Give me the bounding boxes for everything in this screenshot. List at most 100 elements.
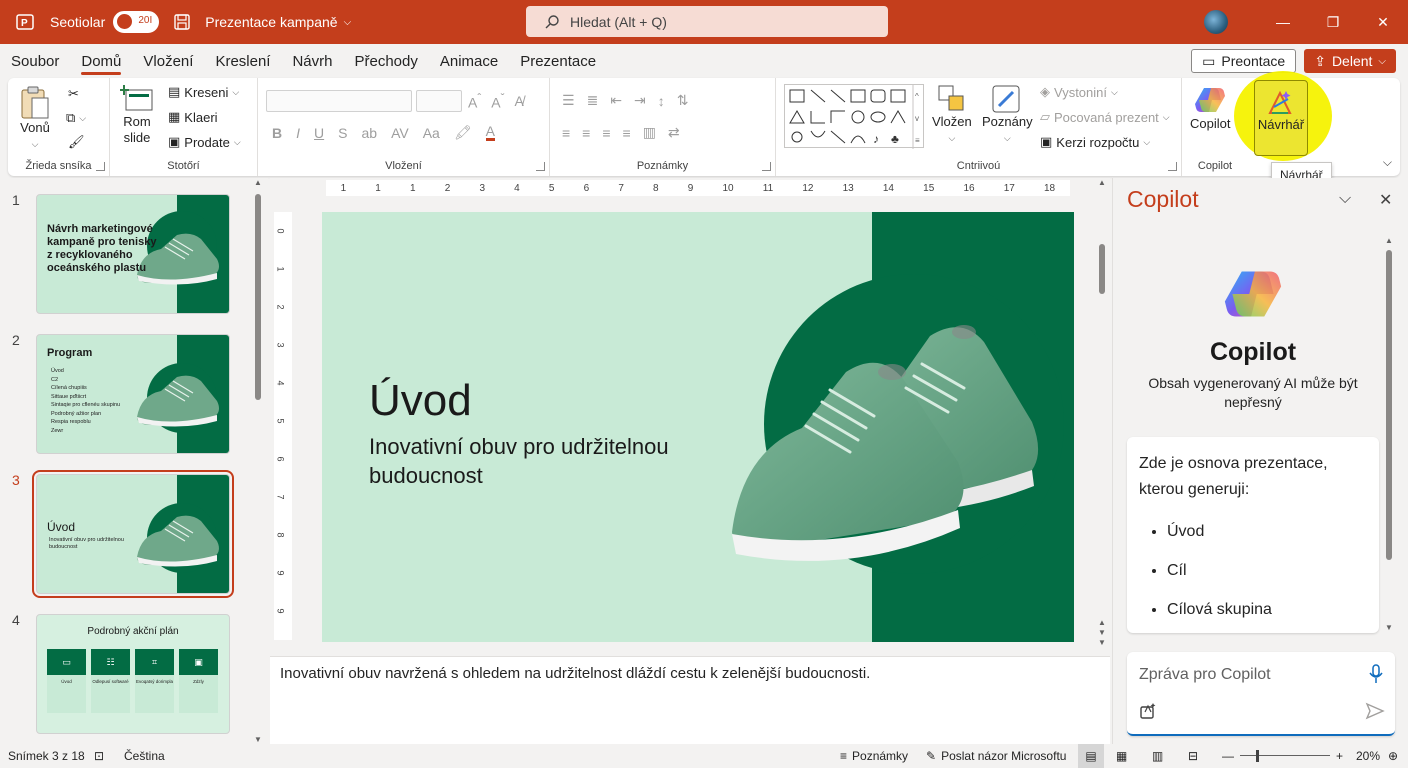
- slide-title[interactable]: Úvod: [369, 376, 472, 426]
- slide-subtitle[interactable]: Inovativní obuv pro udržitelnou budoucno…: [369, 432, 709, 490]
- section-button[interactable]: ▣ Prodate ⌵: [168, 134, 241, 150]
- powerpoint-logo-icon[interactable]: P: [14, 11, 36, 33]
- zoom-out-icon[interactable]: —: [1222, 749, 1234, 763]
- bold-icon[interactable]: B: [272, 125, 282, 141]
- align-right-icon[interactable]: ≡: [602, 125, 610, 141]
- new-slide-button[interactable]: Rom slide: [120, 84, 154, 146]
- format-painter-icon[interactable]: 🖌: [68, 134, 85, 150]
- minimize-icon[interactable]: —: [1258, 0, 1308, 44]
- close-icon[interactable]: ✕: [1379, 190, 1392, 210]
- increase-indent-icon[interactable]: ⇥: [634, 92, 646, 109]
- present-button[interactable]: ▭ Preontace: [1191, 49, 1297, 73]
- shadow-icon[interactable]: ab: [361, 125, 377, 141]
- clear-format-icon[interactable]: A̸: [514, 93, 523, 109]
- quick-styles-button[interactable]: Poznány ⌵: [982, 84, 1033, 146]
- numbering-icon[interactable]: ≣: [587, 92, 599, 109]
- shapes-gallery[interactable]: ♪ ♣ ^ v ≡: [784, 84, 924, 149]
- notes-toggle[interactable]: ≡ Poznámky: [840, 749, 908, 763]
- save-icon[interactable]: [173, 13, 191, 31]
- zoom-level[interactable]: 20%: [1356, 749, 1380, 763]
- spacing-icon[interactable]: AV: [391, 125, 409, 141]
- fit-slide-icon[interactable]: ⊕: [1388, 749, 1398, 763]
- justify-icon[interactable]: ≡: [623, 125, 631, 141]
- document-title[interactable]: Prezentace kampaně ⌵: [205, 14, 351, 30]
- scrollbar-thumb[interactable]: [1099, 244, 1105, 294]
- zoom-slider[interactable]: [1240, 755, 1330, 756]
- feedback-button[interactable]: ✎ Poslat názor Microsoftu: [926, 749, 1066, 763]
- highlight-color-icon[interactable]: 🖍: [454, 124, 472, 141]
- font-family-select[interactable]: [266, 90, 412, 112]
- tab-animations[interactable]: Animace: [429, 44, 509, 78]
- slide-canvas[interactable]: Úvod Inovativní obuv pro udržitelnou bud…: [322, 212, 1074, 642]
- send-icon[interactable]: [1365, 702, 1385, 720]
- scrollbar-thumb[interactable]: [255, 194, 261, 400]
- underline-icon[interactable]: U: [314, 125, 324, 141]
- change-case-icon[interactable]: Aa: [423, 125, 440, 141]
- editor-scrollbar[interactable]: ▲ ▲ ▼ ▼: [1098, 178, 1106, 656]
- tab-insert[interactable]: Vložení: [132, 44, 204, 78]
- slide-thumbnail-1[interactable]: Návrh marketingové kampaně pro tenisky z…: [36, 194, 230, 314]
- tab-draw[interactable]: Kreslení: [204, 44, 281, 78]
- arrange-button[interactable]: Vložen ⌵: [932, 84, 972, 146]
- columns-icon[interactable]: ▥: [643, 124, 656, 141]
- text-direction-icon[interactable]: ⇄: [668, 124, 680, 141]
- align-left-icon[interactable]: ≡: [562, 125, 570, 141]
- sort-icon[interactable]: ⇅: [677, 92, 689, 109]
- slideshow-view-icon[interactable]: ⊟: [1188, 749, 1198, 763]
- align-center-icon[interactable]: ≡: [582, 125, 590, 141]
- shape-fill-button[interactable]: ◈ Vystoniní ⌵: [1040, 84, 1118, 100]
- copilot-input[interactable]: Zpráva pro Copilot: [1127, 652, 1395, 736]
- copilot-ribbon-button[interactable]: Copilot: [1190, 84, 1230, 132]
- ribbon-collapse-icon[interactable]: ⌵: [1383, 155, 1392, 170]
- shape-outline-button[interactable]: ▱ Pocovaná prezent ⌵: [1040, 109, 1170, 125]
- shape-effects-button[interactable]: ▣ Kerzi rozpočtu ⌵: [1040, 134, 1150, 150]
- restore-icon[interactable]: ❐: [1308, 0, 1358, 44]
- tab-file[interactable]: Soubor: [0, 44, 70, 78]
- cut-icon[interactable]: ✂: [68, 86, 79, 102]
- microphone-icon[interactable]: [1369, 664, 1383, 684]
- paste-button[interactable]: Vonů ⌵: [18, 84, 52, 152]
- autosave-toggle[interactable]: 20І: [113, 11, 160, 33]
- strikethrough-icon[interactable]: S: [338, 125, 347, 141]
- prompt-guide-icon[interactable]: [1139, 702, 1157, 720]
- italic-icon[interactable]: I: [296, 125, 300, 141]
- share-button[interactable]: ⇪ Delent ⌵: [1304, 49, 1396, 73]
- zoom-in-icon[interactable]: +: [1336, 749, 1343, 763]
- copy-icon[interactable]: ⧉ ⌵: [66, 110, 86, 126]
- chevron-down-icon[interactable]: ⌵: [1339, 190, 1351, 208]
- speaker-notes[interactable]: Inovativní obuv navržená s ohledem na ud…: [270, 656, 1110, 744]
- slide-counter[interactable]: Snímek 3 z 18: [8, 749, 85, 763]
- sneaker-image[interactable]: [722, 302, 1052, 582]
- zoom-slider-thumb[interactable]: [1256, 750, 1259, 762]
- paragraph-launcher-icon[interactable]: [762, 162, 771, 171]
- drawing-launcher-icon[interactable]: [1168, 162, 1177, 171]
- slide-thumbnail-4[interactable]: Podrobný akční plán ▭ Úvod ☷ Odlepusí soft…: [36, 614, 230, 734]
- shrink-font-icon[interactable]: Aˇ: [491, 92, 504, 111]
- language-indicator[interactable]: Čeština: [124, 749, 165, 763]
- thumbnails-scrollbar[interactable]: ▲ ▼: [254, 178, 262, 744]
- scrollbar-thumb[interactable]: [1386, 250, 1392, 560]
- normal-view-icon[interactable]: ▤: [1078, 744, 1104, 768]
- font-size-select[interactable]: [416, 90, 462, 112]
- tab-design[interactable]: Návrh: [281, 44, 343, 78]
- designer-button[interactable]: Návrhář: [1254, 80, 1308, 156]
- font-launcher-icon[interactable]: [536, 162, 545, 171]
- avatar[interactable]: [1204, 10, 1228, 34]
- tab-slideshow[interactable]: Prezentace: [509, 44, 607, 78]
- tab-transitions[interactable]: Přechody: [343, 44, 428, 78]
- line-spacing-icon[interactable]: ↕: [658, 93, 665, 109]
- slide-thumbnail-3[interactable]: Úvod Inovativní obuv pro udržitelnou bud…: [32, 470, 234, 598]
- copilot-scrollbar[interactable]: ▲ ▼: [1385, 236, 1393, 632]
- decrease-indent-icon[interactable]: ⇤: [610, 92, 622, 109]
- close-window-icon[interactable]: ✕: [1358, 0, 1408, 44]
- reading-view-icon[interactable]: ▥: [1152, 749, 1163, 763]
- slide-thumbnail-2[interactable]: Program Úvod C2 Cílená chupiiis Sittaue …: [36, 334, 230, 454]
- layout-button[interactable]: ▤ Kreseni ⌵: [168, 84, 239, 100]
- bullets-icon[interactable]: ☰: [562, 92, 575, 109]
- font-color-icon[interactable]: A: [485, 124, 495, 141]
- slide-sorter-icon[interactable]: ▦: [1116, 749, 1127, 763]
- accessibility-icon[interactable]: ⊡: [94, 749, 104, 763]
- reset-button[interactable]: ▦ Klaeri: [168, 109, 218, 125]
- search-box[interactable]: Hledat (Alt + Q): [526, 6, 888, 37]
- tab-home[interactable]: Domů: [70, 44, 132, 78]
